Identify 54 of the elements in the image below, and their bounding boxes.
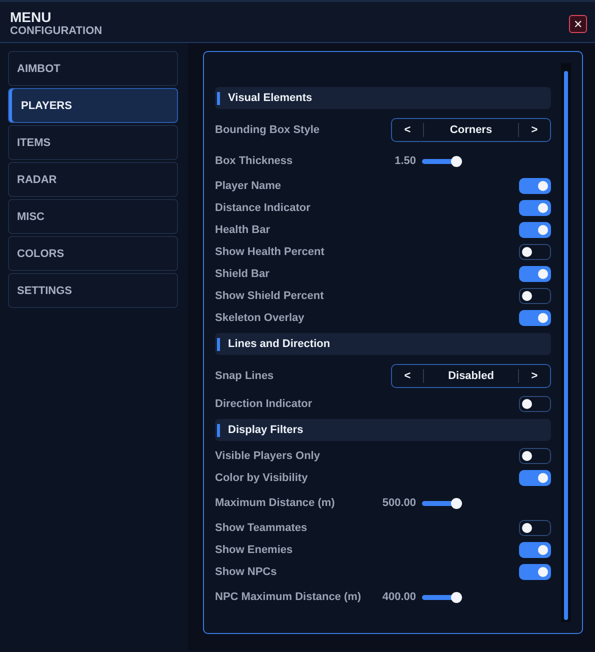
setting-label: Health Bar — [215, 224, 270, 236]
setting-label: Visible Players Only — [215, 450, 320, 462]
selector-value: Corners — [448, 124, 494, 136]
previous-button[interactable]: < — [392, 123, 424, 137]
sidebar-tab[interactable]: ITEMS — [8, 125, 178, 160]
previous-button[interactable]: < — [392, 369, 424, 383]
scrollbar[interactable] — [561, 63, 571, 622]
toggle-switch[interactable] — [519, 542, 551, 558]
slider-value: 1.50 — [394, 155, 416, 167]
toggle-switch[interactable] — [519, 470, 551, 486]
setting-label: Player Name — [215, 180, 282, 192]
setting-label: Distance Indicator — [215, 202, 310, 214]
menu-title: MENU — [10, 9, 52, 25]
menu-subtitle: CONFIGURATION — [10, 25, 102, 38]
section-title: Visual Elements — [217, 92, 312, 104]
slider-value: 500.00 — [382, 497, 416, 509]
sidebar-tab[interactable]: SETTINGS — [8, 273, 178, 308]
setting-label: Box Thickness — [215, 155, 293, 167]
sidebar-tab[interactable]: PLAYERS — [8, 88, 178, 123]
setting-label: Bounding Box Style — [215, 124, 320, 136]
section-title: Display Filters — [217, 424, 304, 436]
toggle-switch[interactable] — [519, 178, 551, 194]
setting-label: Show Shield Percent — [215, 290, 324, 302]
toggle-switch[interactable] — [519, 564, 551, 580]
setting-label: Snap Lines — [215, 370, 274, 382]
toggle-switch[interactable] — [519, 288, 551, 304]
setting-label: Show Enemies — [215, 544, 293, 556]
toggle-switch[interactable] — [519, 244, 551, 260]
next-button[interactable]: > — [518, 123, 550, 137]
next-button[interactable]: > — [518, 369, 550, 383]
setting-label: Show NPCs — [215, 566, 277, 578]
toggle-switch[interactable] — [519, 448, 551, 464]
setting-label: Skeleton Overlay — [215, 312, 304, 324]
toggle-switch[interactable] — [519, 222, 551, 238]
sidebar-tab[interactable]: AIMBOT — [8, 51, 178, 86]
setting-label: Direction Indicator — [215, 398, 312, 410]
sidebar-tab[interactable]: COLORS — [8, 236, 178, 271]
setting-label: Shield Bar — [215, 268, 270, 280]
setting-label: Color by Visibility — [215, 472, 308, 484]
setting-label: NPC Maximum Distance (m) — [215, 591, 362, 603]
setting-label: Show Teammates — [215, 522, 308, 534]
close-button[interactable]: ✕ — [569, 15, 587, 33]
sidebar-tab[interactable]: MISC — [8, 199, 178, 234]
toggle-switch[interactable] — [519, 396, 551, 412]
toggle-switch[interactable] — [519, 266, 551, 282]
toggle-switch[interactable] — [519, 200, 551, 216]
toggle-switch[interactable] — [519, 310, 551, 326]
slider-value: 400.00 — [382, 591, 416, 603]
selector-value: Disabled — [447, 370, 495, 382]
setting-label: Show Health Percent — [215, 246, 324, 258]
section-title: Lines and Direction — [217, 338, 330, 350]
toggle-switch[interactable] — [519, 520, 551, 536]
setting-label: Maximum Distance (m) — [215, 497, 335, 509]
sidebar-tab[interactable]: RADAR — [8, 162, 178, 197]
